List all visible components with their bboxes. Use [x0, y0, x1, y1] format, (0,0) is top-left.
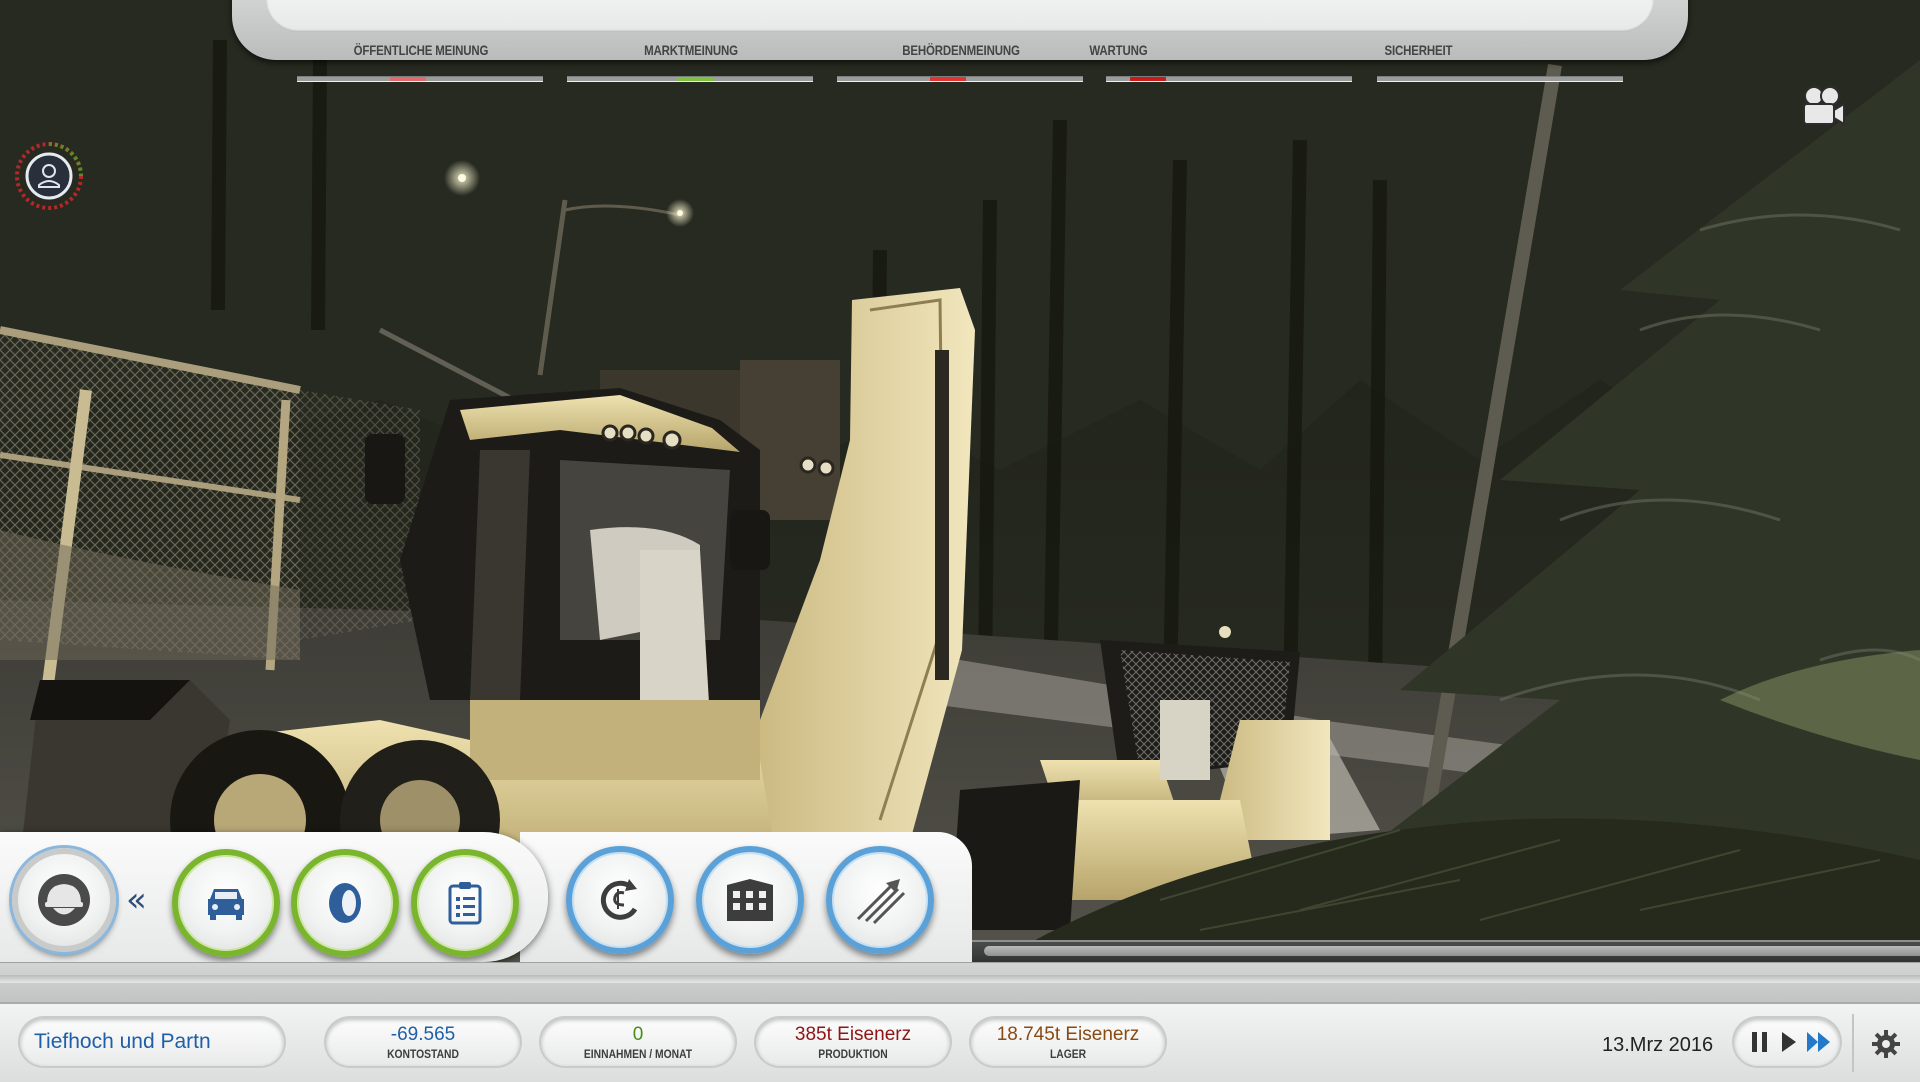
fast-forward-icon: [1807, 1032, 1830, 1052]
meter-fill: [389, 77, 426, 81]
money-cycle-icon: [600, 879, 638, 920]
balance-display[interactable]: -69.565 KONTOSTAND: [326, 1018, 520, 1066]
income-display[interactable]: 0 EINNAHMEN / MONAT: [541, 1018, 735, 1066]
tire-icon: [329, 883, 361, 923]
divider: [1852, 1014, 1854, 1072]
company-name-field[interactable]: Tiefhoch und Partn: [20, 1018, 284, 1066]
equipment-button[interactable]: [291, 849, 399, 957]
storage-label: LAGER: [1049, 1047, 1087, 1061]
balance-value: -69.565: [390, 1024, 456, 1045]
meter-fill: [676, 77, 713, 81]
meter-label: MARKTMEINUNG: [644, 42, 738, 58]
helmet-icon: [38, 874, 90, 926]
meter-track: [1106, 76, 1352, 82]
game-date: 13.Mrz 2016: [1602, 1034, 1714, 1056]
meter-fill: [1129, 77, 1166, 81]
balance-label: KONTOSTAND: [387, 1047, 459, 1061]
meter-label: SICHERHEIT: [1384, 42, 1453, 58]
collapse-menu-button[interactable]: «: [126, 880, 147, 920]
building-icon: [727, 879, 773, 921]
speed-controls: [1734, 1018, 1840, 1066]
production-display[interactable]: 385t Eisenerz PRODUKTION: [756, 1018, 950, 1066]
play-icon: [1782, 1032, 1796, 1052]
gear-icon[interactable]: [1872, 1030, 1900, 1058]
income-value: 0: [632, 1024, 644, 1045]
fast-forward-button[interactable]: [1806, 1030, 1832, 1059]
meter-label: ÖFFENTLICHE MEINUNG: [353, 42, 489, 58]
meter-public-opinion[interactable]: ÖFFENTLICHE MEINUNG: [297, 0, 545, 82]
storage-value: 18.745t Eisenerz: [996, 1024, 1140, 1045]
meter-track: [567, 76, 813, 82]
meter-track: [297, 76, 543, 82]
finance-button[interactable]: [566, 846, 674, 954]
meter-track: [1377, 76, 1623, 82]
meter-fill: [929, 77, 966, 81]
meter-safety[interactable]: SICHERHEIT: [1377, 0, 1625, 82]
income-label: EINNAHMEN / MONAT: [583, 1047, 693, 1061]
meter-market-opinion[interactable]: MARKTMEINUNG: [567, 0, 815, 82]
production-label: PRODUKTION: [818, 1047, 888, 1061]
vehicle-icon: [208, 889, 244, 920]
meter-track: [837, 76, 1083, 82]
arrows-icon: [856, 879, 906, 925]
camera-icon[interactable]: [1796, 84, 1846, 130]
profile-icon[interactable]: [14, 141, 84, 211]
meter-maintenance[interactable]: WARTUNG: [1013, 0, 1352, 82]
status-divider: [0, 962, 1920, 1003]
menu-strip: [972, 940, 1920, 964]
play-button[interactable]: [1780, 1030, 1798, 1059]
contracts-button[interactable]: [411, 849, 519, 957]
buildings-button[interactable]: [696, 846, 804, 954]
meter-label: WARTUNG: [1089, 42, 1148, 58]
storage-display[interactable]: 18.745t Eisenerz LAGER: [971, 1018, 1165, 1066]
production-value: 385t Eisenerz: [794, 1024, 912, 1045]
pause-button[interactable]: [1750, 1030, 1770, 1059]
statistics-button[interactable]: [826, 846, 934, 954]
status-bar: Tiefhoch und Partn -69.565 KONTOSTAND 0 …: [0, 1002, 1920, 1082]
pause-icon: [1752, 1032, 1767, 1052]
clipboard-icon: [448, 882, 482, 925]
main-menu-button[interactable]: [12, 848, 116, 952]
vehicles-button[interactable]: [172, 849, 280, 957]
